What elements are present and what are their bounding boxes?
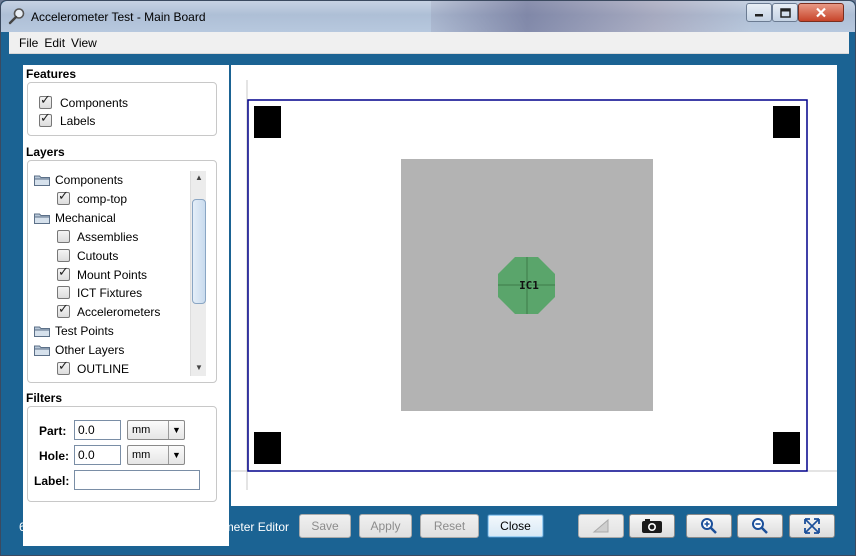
zoom-out-button[interactable] — [737, 514, 783, 538]
part-input[interactable]: 0.0 — [74, 420, 121, 440]
maximize-button[interactable] — [772, 3, 798, 22]
window-title: Accelerometer Test - Main Board — [31, 10, 206, 24]
layer-folder-label[interactable]: Other Layers — [55, 343, 124, 357]
label-input[interactable] — [74, 470, 200, 490]
menu-edit[interactable]: Edit — [44, 36, 71, 50]
layers-group: Components comp-top Mechanical Assemblies Cu… — [27, 160, 217, 383]
ruler-icon — [592, 518, 609, 533]
folder-icon[interactable] — [34, 325, 50, 338]
chevron-down-icon: ▼ — [168, 421, 184, 439]
fit-icon — [804, 518, 820, 534]
magnifier-app-icon — [8, 8, 25, 25]
components-label: Components — [60, 96, 129, 110]
save-button[interactable]: Save — [299, 514, 351, 538]
scroll-thumb[interactable] — [192, 199, 206, 304]
folder-icon[interactable] — [34, 344, 50, 357]
chevron-down-icon: ▼ — [168, 446, 184, 464]
layer-folder-label[interactable]: Components — [55, 173, 123, 187]
ruler-button[interactable] — [578, 514, 624, 538]
layer-checkbox[interactable] — [57, 302, 70, 319]
scroll-up-icon[interactable]: ▲ — [191, 171, 207, 185]
layer-folder-label[interactable]: Mechanical — [55, 211, 116, 225]
features-group: Components Labels — [27, 82, 217, 136]
menu-file[interactable]: File — [9, 36, 44, 50]
components-checkbox[interactable] — [39, 93, 52, 109]
layer-checkbox[interactable] — [57, 286, 70, 300]
title-bar[interactable]: Accelerometer Test - Main Board — [1, 1, 855, 32]
reset-button[interactable]: Reset — [420, 514, 479, 538]
component-label: IC1 — [519, 279, 539, 292]
layer-item-label: ICT Fixtures — [77, 286, 143, 301]
mount-point-top-right[interactable] — [773, 106, 800, 138]
zoom-in-button[interactable] — [686, 514, 732, 538]
features-title: Features — [26, 67, 77, 81]
layer-checkbox[interactable] — [57, 229, 70, 243]
layer-item-label: OUTLINE — [77, 362, 130, 376]
filters-title: Filters — [26, 391, 63, 405]
mount-point-bottom-left[interactable] — [254, 432, 281, 464]
layer-item-label: Mount Points — [77, 267, 148, 282]
layer-checkbox[interactable] — [57, 359, 70, 375]
camera-icon — [642, 519, 662, 533]
board-view[interactable]: IC1 — [217, 65, 837, 506]
fit-view-button[interactable] — [789, 514, 835, 538]
folder-icon[interactable] — [34, 174, 50, 186]
menu-view[interactable]: View — [71, 36, 103, 50]
title-background — [431, 1, 751, 32]
label-filter-label: Label: — [34, 474, 70, 488]
close-icon — [816, 7, 826, 18]
menu-bar: File Edit View — [9, 32, 849, 54]
left-panel: Features Components Labels Layers Compon… — [23, 65, 229, 546]
layers-scrollbar[interactable]: ▲ ▼ — [190, 171, 206, 376]
minimize-button[interactable] — [746, 3, 772, 22]
hole-unit-value: mm — [132, 449, 151, 461]
layer-item-label: Accelerometers — [77, 305, 161, 320]
labels-checkbox[interactable] — [39, 111, 52, 127]
editor-label: Accelerometer Editor — [177, 520, 290, 534]
layer-checkbox[interactable] — [57, 189, 70, 205]
mount-point-bottom-right[interactable] — [773, 432, 800, 464]
layer-checkbox[interactable] — [57, 248, 70, 262]
maximize-icon — [779, 7, 791, 18]
snapshot-button[interactable] — [629, 514, 675, 538]
layer-item-label: Cutouts — [77, 248, 119, 263]
board-canvas[interactable]: IC1 — [217, 65, 837, 506]
layer-item-label: Assemblies — [77, 229, 139, 244]
layer-folder-label[interactable]: Test Points — [55, 324, 114, 338]
hole-label: Hole: — [39, 449, 69, 463]
part-label: Part: — [39, 424, 67, 438]
part-unit-value: mm — [132, 424, 151, 436]
zoom-out-icon — [752, 518, 768, 534]
hole-input[interactable]: 0.0 — [74, 445, 121, 465]
layer-item-label: comp-top — [77, 191, 128, 206]
client-area: Features Components Labels Layers Compon… — [9, 54, 849, 549]
layer-checkbox[interactable] — [57, 265, 70, 281]
apply-button[interactable]: Apply — [359, 514, 412, 538]
close-window-button[interactable] — [798, 3, 844, 22]
scroll-down-icon[interactable]: ▼ — [191, 361, 207, 375]
hole-unit-select[interactable]: mm ▼ — [127, 445, 185, 465]
folder-icon[interactable] — [34, 212, 50, 224]
filters-group: Part: 0.0 mm ▼ Hole: 0.0 mm ▼ Label: — [27, 406, 217, 502]
mount-point-top-left[interactable] — [254, 106, 281, 138]
labels-label: Labels — [60, 114, 96, 128]
minimize-icon — [755, 13, 763, 16]
main-window: Accelerometer Test - Main Board File Edi… — [0, 0, 856, 556]
zoom-in-icon — [701, 518, 717, 534]
board-size-text: 60 x 40 mm [2.4 x 1.6 in] — [19, 520, 151, 534]
close-button[interactable]: Close — [487, 514, 544, 538]
layers-title: Layers — [26, 145, 65, 159]
part-unit-select[interactable]: mm ▼ — [127, 420, 185, 440]
